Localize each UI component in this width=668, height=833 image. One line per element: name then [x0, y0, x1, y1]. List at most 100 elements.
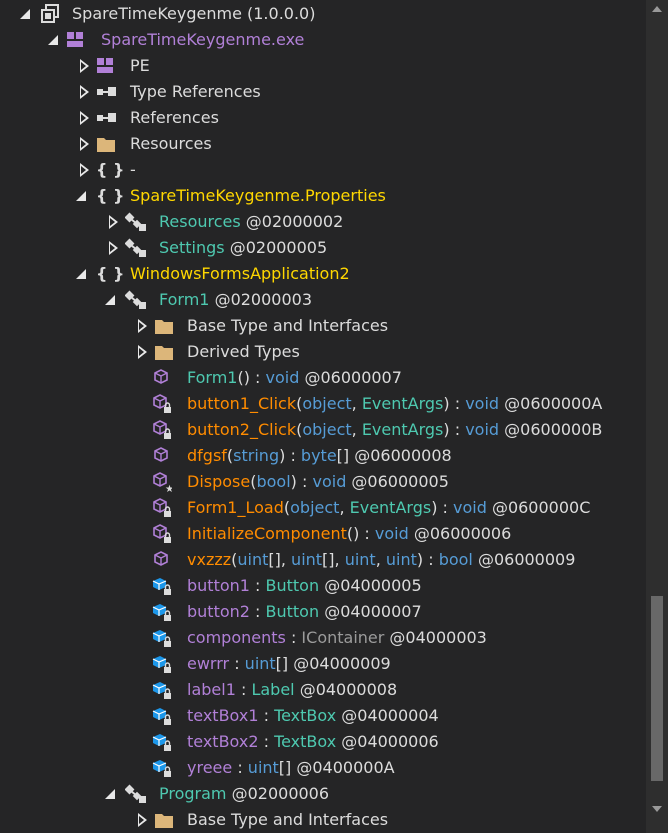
tree-node-member[interactable]: ★ Dispose(bool) : void @06000005 — [0, 469, 646, 495]
tree-label-assembly: SpareTimeKeygenme (1.0.0.0) — [72, 4, 316, 23]
reference-icon — [96, 108, 116, 128]
expand-arrow-icon[interactable] — [46, 27, 60, 53]
assembly-tree[interactable]: SpareTimeKeygenme (1.0.0.0) SpareTimeKey… — [0, 0, 646, 833]
tree-node-member[interactable]: button1 : Button @04000005 — [0, 573, 646, 599]
collapse-arrow-icon[interactable] — [107, 235, 121, 261]
signature-part: button1_Click — [187, 394, 297, 413]
signature-part: uint — [247, 758, 279, 777]
tree-node-namespace-empty[interactable]: { } - — [0, 157, 646, 183]
tree-node-program-base-types[interactable]: Base Type and Interfaces — [0, 807, 646, 833]
signature-part: EventArgs — [361, 420, 444, 439]
collapse-arrow-icon[interactable] — [78, 79, 92, 105]
signature-part: [] — [275, 654, 289, 673]
signature-part: () — [346, 524, 360, 543]
scroll-up-arrow-icon[interactable] — [652, 6, 662, 12]
signature-part: @04000009 — [288, 654, 391, 673]
signature-part: : — [285, 446, 301, 465]
expand-arrow-icon[interactable] — [18, 1, 32, 27]
expand-arrow-icon[interactable] — [74, 183, 88, 209]
signature-part: @04000006 — [336, 732, 439, 751]
tree-node-class-resources[interactable]: Resources @02000002 — [0, 209, 646, 235]
tree-node-pe[interactable]: PE — [0, 53, 646, 79]
collapse-arrow-icon[interactable] — [136, 313, 150, 339]
private-field-icon — [152, 758, 172, 778]
signature-part: button2_Click — [187, 420, 297, 439]
tree-label-class-settings: Settings — [159, 238, 225, 257]
signature-part: : — [229, 654, 245, 673]
assembly-icon — [40, 4, 60, 24]
signature-part: @0400000A — [291, 758, 395, 777]
tree-node-member[interactable]: Form1() : void @06000007 — [0, 365, 646, 391]
signature-part: uint — [244, 654, 276, 673]
tree-node-base-types[interactable]: Base Type and Interfaces — [0, 313, 646, 339]
tree-node-member[interactable]: InitializeComponent() : void @06000006 — [0, 521, 646, 547]
scroll-down-arrow-icon[interactable] — [652, 806, 662, 812]
tree-node-module[interactable]: SpareTimeKeygenme.exe — [0, 27, 646, 53]
private-method-icon — [152, 524, 172, 544]
signature-part: : — [249, 576, 266, 595]
member-signature: button1_Click(object, EventArgs) : void … — [187, 391, 602, 417]
tree-label-type-references: Type References — [130, 82, 261, 101]
collapse-arrow-icon[interactable] — [107, 209, 121, 235]
member-signature: textBox1 : TextBox @04000004 — [187, 703, 439, 729]
tree-node-member[interactable]: vxzzz(uint[], uint[], uint, uint) : bool… — [0, 547, 646, 573]
tree-node-member[interactable]: textBox2 : TextBox @04000006 — [0, 729, 646, 755]
signature-part: vxzzz — [187, 550, 232, 569]
signature-part: @0600000B — [499, 420, 603, 439]
tree-node-member[interactable]: button2 : Button @04000007 — [0, 599, 646, 625]
class-icon — [124, 290, 146, 310]
expand-arrow-icon[interactable] — [74, 261, 88, 287]
vertical-scrollbar[interactable] — [646, 0, 668, 833]
tree-node-namespace-wfa[interactable]: { } WindowsFormsApplication2 — [0, 261, 646, 287]
private-field-icon — [152, 654, 172, 674]
signature-part: yreee — [187, 758, 233, 777]
tree-node-resources[interactable]: Resources — [0, 131, 646, 157]
collapse-arrow-icon[interactable] — [136, 339, 150, 365]
collapse-arrow-icon[interactable] — [78, 105, 92, 131]
tree-node-member[interactable]: dfgsf(string) : byte[] @06000008 — [0, 443, 646, 469]
tree-label-namespace-empty: - — [130, 160, 136, 179]
tree-node-member[interactable]: yreee : uint[] @0400000A — [0, 755, 646, 781]
tree-node-class-form1[interactable]: Form1 @02000003 — [0, 287, 646, 313]
tree-node-member[interactable]: textBox1 : TextBox @04000004 — [0, 703, 646, 729]
tree-node-member[interactable]: button2_Click(object, EventArgs) : void … — [0, 417, 646, 443]
signature-part: bool — [438, 550, 473, 569]
signature-part: object — [302, 394, 352, 413]
tree-node-derived-types[interactable]: Derived Types — [0, 339, 646, 365]
expand-arrow-icon[interactable] — [103, 287, 117, 313]
tree-node-class-program[interactable]: Program @02000006 — [0, 781, 646, 807]
signature-part: : — [258, 732, 275, 751]
signature-part: Form1_Load — [187, 498, 284, 517]
signature-part: Form1 — [187, 368, 238, 387]
private-field-icon — [152, 576, 172, 596]
collapse-arrow-icon[interactable] — [78, 53, 92, 79]
signature-part: @06000009 — [472, 550, 576, 569]
tree-label-class-resources: Resources — [159, 212, 241, 231]
folder-icon — [154, 810, 174, 830]
reference-icon — [96, 82, 116, 102]
signature-part: void — [374, 524, 409, 543]
tree-node-type-references[interactable]: Type References — [0, 79, 646, 105]
tree-label-references: References — [130, 108, 219, 127]
signature-part: @04000007 — [319, 602, 422, 621]
tree-node-member[interactable]: button1_Click(object, EventArgs) : void … — [0, 391, 646, 417]
tree-node-member[interactable]: Form1_Load(object, EventArgs) : void @06… — [0, 495, 646, 521]
expand-arrow-icon[interactable] — [103, 781, 117, 807]
signature-part: string — [233, 446, 280, 465]
tree-node-member[interactable]: ewrrr : uint[] @04000009 — [0, 651, 646, 677]
tree-node-member[interactable]: label1 : Label @04000008 — [0, 677, 646, 703]
tree-node-references[interactable]: References — [0, 105, 646, 131]
member-signature: components : IContainer @04000003 — [187, 625, 487, 651]
collapse-arrow-icon[interactable] — [78, 157, 92, 183]
tree-node-class-settings[interactable]: Settings @02000005 — [0, 235, 646, 261]
member-signature: textBox2 : TextBox @04000006 — [187, 729, 439, 755]
folder-icon — [96, 134, 116, 154]
tree-node-namespace-properties[interactable]: { } SpareTimeKeygenme.Properties — [0, 183, 646, 209]
tree-node-member[interactable]: components : IContainer @04000003 — [0, 625, 646, 651]
tree-label-module: SpareTimeKeygenme.exe — [101, 30, 305, 49]
scroll-thumb[interactable] — [651, 596, 663, 781]
collapse-arrow-icon[interactable] — [78, 131, 92, 157]
tree-node-assembly[interactable]: SpareTimeKeygenme (1.0.0.0) — [0, 1, 646, 27]
collapse-arrow-icon[interactable] — [136, 807, 150, 833]
signature-part: @04000003 — [384, 628, 487, 647]
